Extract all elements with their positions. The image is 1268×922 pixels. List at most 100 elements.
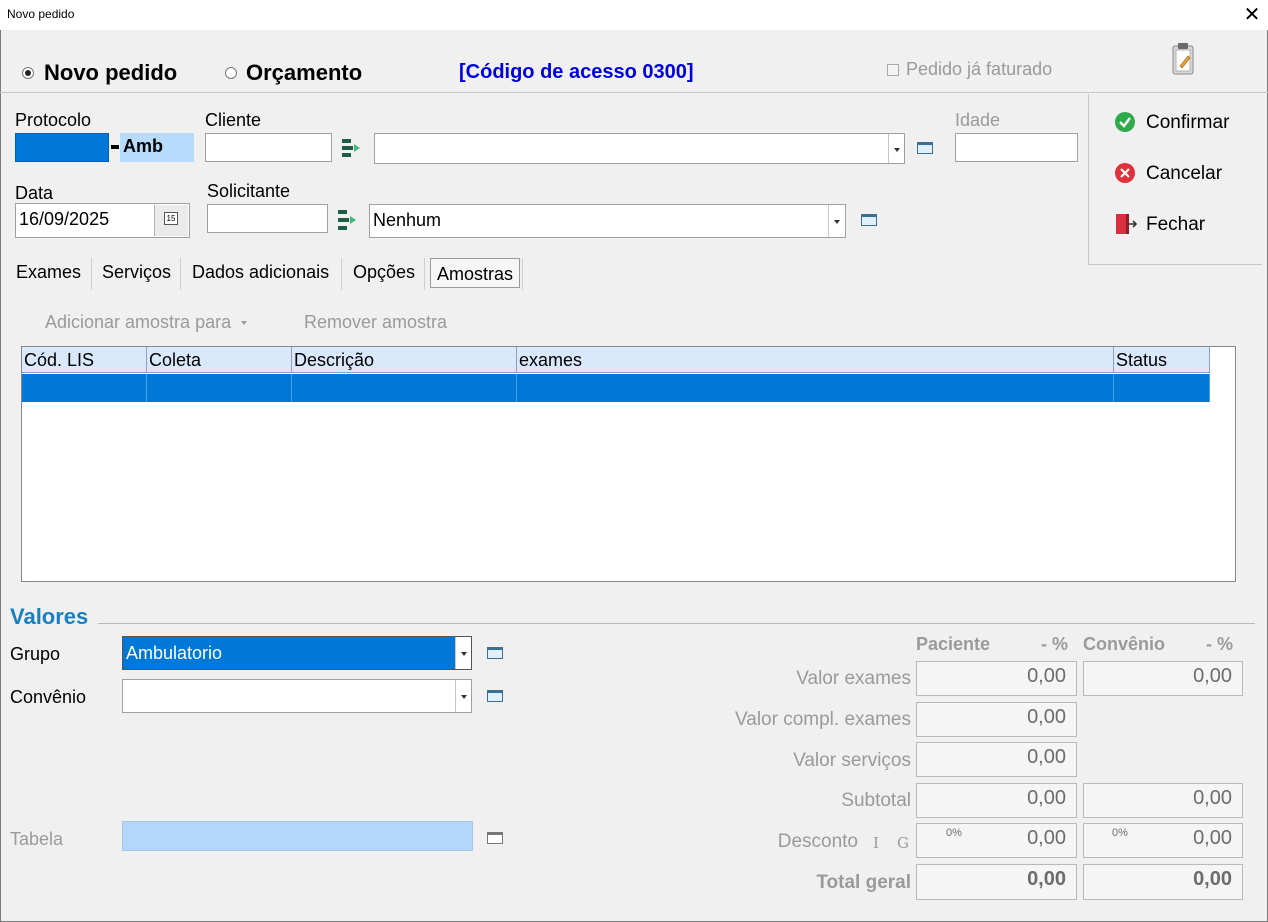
- tabela-label: Tabela: [10, 829, 64, 849]
- column-descricao[interactable]: Descrição: [292, 347, 517, 373]
- desconto-pct-paciente: 0%: [946, 827, 962, 839]
- tab-divider: [424, 258, 425, 290]
- data-value: 16/09/2025: [19, 209, 110, 229]
- grupo-label: Grupo: [10, 644, 61, 664]
- tab-divider: [522, 258, 523, 290]
- desconto-individual-toggle[interactable]: I: [873, 834, 879, 852]
- subtotal-paciente[interactable]: 0,00: [916, 783, 1077, 818]
- solicitante-value: Nenhum: [373, 210, 442, 230]
- column-status[interactable]: Status: [1114, 347, 1210, 373]
- valor-exames-paciente[interactable]: 0,00: [916, 661, 1077, 696]
- column-cod-lis[interactable]: Cód. LIS: [22, 347, 147, 373]
- tab-divider: [91, 258, 92, 290]
- desconto-paciente[interactable]: 0,00: [916, 823, 1077, 858]
- cancelar-label: Cancelar: [1146, 163, 1223, 184]
- grupo-value: Ambulatorio: [126, 643, 223, 663]
- data-label: Data: [15, 183, 54, 203]
- cliente-dropdown-arrow-icon[interactable]: [888, 134, 904, 163]
- tab-dados-adicionais[interactable]: Dados adicionais: [192, 262, 329, 288]
- cliente-name-combo[interactable]: [374, 133, 905, 164]
- idade-label: Idade: [955, 110, 1001, 130]
- desconto-label: Desconto: [777, 831, 858, 852]
- tab-divider: [180, 258, 181, 290]
- novo-pedido-label[interactable]: Novo pedido: [44, 60, 177, 86]
- table-row-cell[interactable]: [22, 374, 147, 402]
- valor-exames-convenio[interactable]: 0,00: [1083, 661, 1243, 696]
- close-icon[interactable]: ✕: [1238, 2, 1266, 28]
- remover-amostra-button[interactable]: Remover amostra: [304, 312, 447, 333]
- cliente-window-icon[interactable]: [917, 142, 933, 154]
- table-row-cell[interactable]: [147, 374, 292, 402]
- protocolo-label: Protocolo: [15, 110, 92, 130]
- valor-servicos-paciente[interactable]: 0,00: [916, 742, 1077, 777]
- solicitante-window-icon[interactable]: [861, 214, 877, 226]
- total-convenio[interactable]: 0,00: [1083, 864, 1243, 900]
- tab-opcoes[interactable]: Opções: [353, 262, 415, 288]
- header-paciente: Paciente: [916, 634, 991, 654]
- valores-title: Valores: [10, 604, 89, 629]
- table-row-cell[interactable]: [1114, 374, 1210, 402]
- solicitante-label: Solicitante: [207, 181, 291, 201]
- tab-exames[interactable]: Exames: [16, 262, 81, 288]
- faturado-checkbox[interactable]: [887, 64, 899, 76]
- valores-separator: [98, 623, 1255, 624]
- idade-input[interactable]: [955, 133, 1078, 162]
- grupo-dropdown-arrow-icon[interactable]: [455, 637, 471, 669]
- check-icon: [1115, 112, 1135, 132]
- adicionar-amostra-button[interactable]: Adicionar amostra para: [45, 312, 231, 333]
- total-geral-label: Total geral: [816, 872, 911, 893]
- cliente-code-input[interactable]: [205, 133, 332, 162]
- protocolo-suffix: Amb: [120, 133, 194, 162]
- tabela-input[interactable]: [122, 821, 473, 851]
- column-coleta[interactable]: Coleta: [147, 347, 292, 373]
- window-title: Novo pedido: [7, 7, 75, 21]
- grupo-combo[interactable]: Ambulatorio: [122, 636, 472, 670]
- tab-servicos[interactable]: Serviços: [102, 262, 171, 288]
- calendar-icon: 15: [164, 212, 178, 225]
- header-pct-paciente: - %: [1041, 634, 1068, 654]
- solicitante-combo[interactable]: Nenhum: [369, 204, 846, 238]
- valor-compl-paciente[interactable]: 0,00: [916, 702, 1077, 737]
- header-pct-convenio: - %: [1206, 634, 1233, 654]
- solicitante-dropdown-arrow-icon[interactable]: [828, 205, 844, 237]
- subtotal-label: Subtotal: [841, 790, 911, 811]
- tab-divider: [341, 258, 342, 290]
- convenio-combo[interactable]: [122, 679, 472, 713]
- orcamento-label[interactable]: Orçamento: [246, 60, 362, 86]
- novo-pedido-radio[interactable]: [22, 67, 34, 79]
- valor-compl-label: Valor compl. exames: [735, 709, 911, 730]
- grupo-window-icon[interactable]: [487, 647, 503, 659]
- valor-servicos-label: Valor serviços: [793, 750, 911, 771]
- confirmar-label: Confirmar: [1146, 112, 1230, 133]
- desconto-convenio[interactable]: 0,00: [1083, 823, 1243, 858]
- protocolo-input[interactable]: [15, 133, 109, 162]
- convenio-dropdown-arrow-icon[interactable]: [455, 680, 471, 712]
- header-convenio: Convênio: [1083, 634, 1166, 654]
- desconto-geral-toggle[interactable]: G: [897, 834, 909, 852]
- header-separator: [0, 92, 1268, 93]
- table-row-cell[interactable]: [517, 374, 1114, 402]
- access-code: [Código de acesso 0300]: [459, 61, 694, 83]
- convenio-label: Convênio: [10, 687, 87, 707]
- orcamento-radio[interactable]: [225, 67, 237, 79]
- solicitante-search-icon[interactable]: [336, 208, 360, 232]
- table-row-cell[interactable]: [292, 374, 517, 402]
- tab-amostras[interactable]: Amostras: [437, 264, 513, 290]
- actions-left-border: [1088, 94, 1089, 264]
- total-paciente[interactable]: 0,00: [916, 864, 1077, 900]
- calendar-button[interactable]: 15: [154, 205, 188, 236]
- title-bar: Novo pedido ✕: [0, 0, 1268, 30]
- cancel-icon: [1115, 163, 1135, 183]
- protocolo-dash: [111, 145, 119, 149]
- cliente-label: Cliente: [205, 110, 262, 130]
- column-exames[interactable]: exames: [517, 347, 1114, 373]
- convenio-window-icon[interactable]: [487, 690, 503, 702]
- actions-bottom-border: [1088, 264, 1262, 265]
- tabela-window-icon[interactable]: [487, 832, 503, 844]
- solicitante-code-input[interactable]: [207, 204, 328, 233]
- adicionar-dropdown-icon[interactable]: [241, 321, 247, 325]
- cliente-search-icon[interactable]: [340, 137, 364, 159]
- clipboard-icon[interactable]: [1170, 42, 1196, 76]
- subtotal-convenio[interactable]: 0,00: [1083, 783, 1243, 818]
- desconto-pct-convenio: 0%: [1112, 827, 1128, 839]
